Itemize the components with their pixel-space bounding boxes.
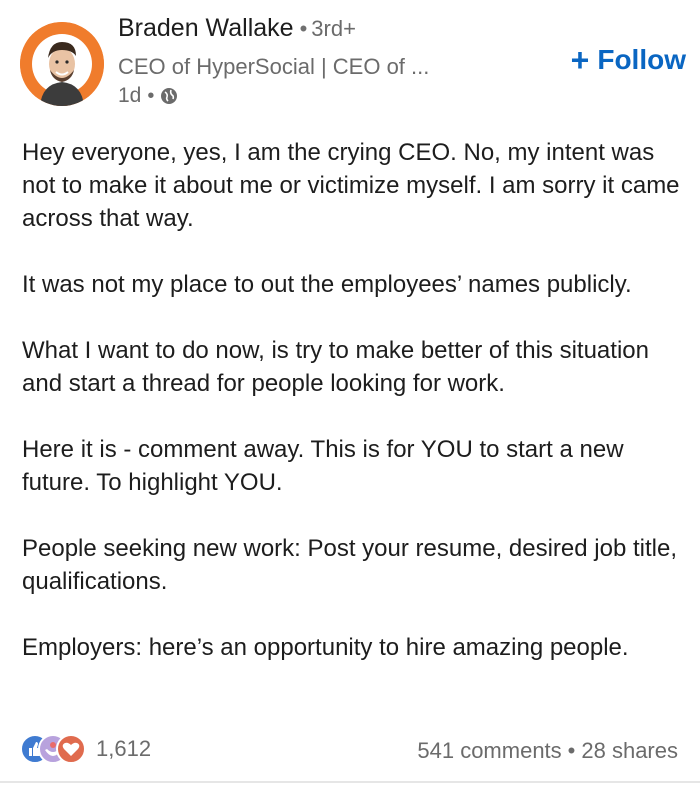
globe-icon: [161, 88, 178, 104]
post-footer: 1,612 541 comments • 28 shares: [0, 728, 700, 776]
plus-icon: +: [570, 42, 590, 78]
post-body: Hey everyone, yes, I am the crying CEO. …: [22, 136, 682, 664]
post-paragraph: What I want to do now, is try to make be…: [22, 337, 649, 397]
separator-dot: •: [567, 738, 576, 763]
post-paragraph: Hey everyone, yes, I am the crying CEO. …: [22, 139, 680, 232]
love-icon: [56, 734, 86, 764]
post-paragraph: Here it is - comment away. This is for Y…: [22, 436, 624, 496]
follow-label: Follow: [597, 44, 686, 75]
connection-degree: 3rd+: [311, 16, 356, 41]
avatar[interactable]: [20, 22, 104, 106]
post-meta: 1d •: [118, 84, 178, 108]
separator-dot: •: [299, 16, 308, 41]
reaction-count: 1,612: [96, 736, 152, 761]
post-header: Braden Wallake • 3rd+ CEO of HyperSocial |…: [0, 0, 700, 120]
separator-dot: •: [147, 84, 155, 107]
avatar-portrait: [20, 22, 104, 106]
post-time: 1d: [118, 84, 142, 107]
comments-count[interactable]: 541 comments: [417, 738, 561, 763]
reaction-icons: [20, 734, 90, 764]
author-name[interactable]: Braden Wallake: [118, 14, 294, 42]
shares-count[interactable]: 28 shares: [581, 738, 678, 763]
post-paragraph: It was not my place to out the employees…: [22, 271, 632, 298]
author-line: Braden Wallake • 3rd+: [118, 14, 356, 43]
reactions-summary[interactable]: 1,612: [20, 734, 151, 764]
post-paragraph: People seeking new work: Post your resum…: [22, 535, 677, 595]
follow-button[interactable]: + Follow: [571, 40, 686, 80]
divider: [0, 781, 700, 783]
linkedin-post: Braden Wallake • 3rd+ CEO of HyperSocial |…: [0, 0, 700, 785]
engagement-stats: 541 comments • 28 shares: [417, 738, 678, 764]
post-paragraph: Employers: here’s an opportunity to hire…: [22, 634, 629, 661]
author-headline: CEO of HyperSocial | CEO of ...: [118, 54, 430, 79]
